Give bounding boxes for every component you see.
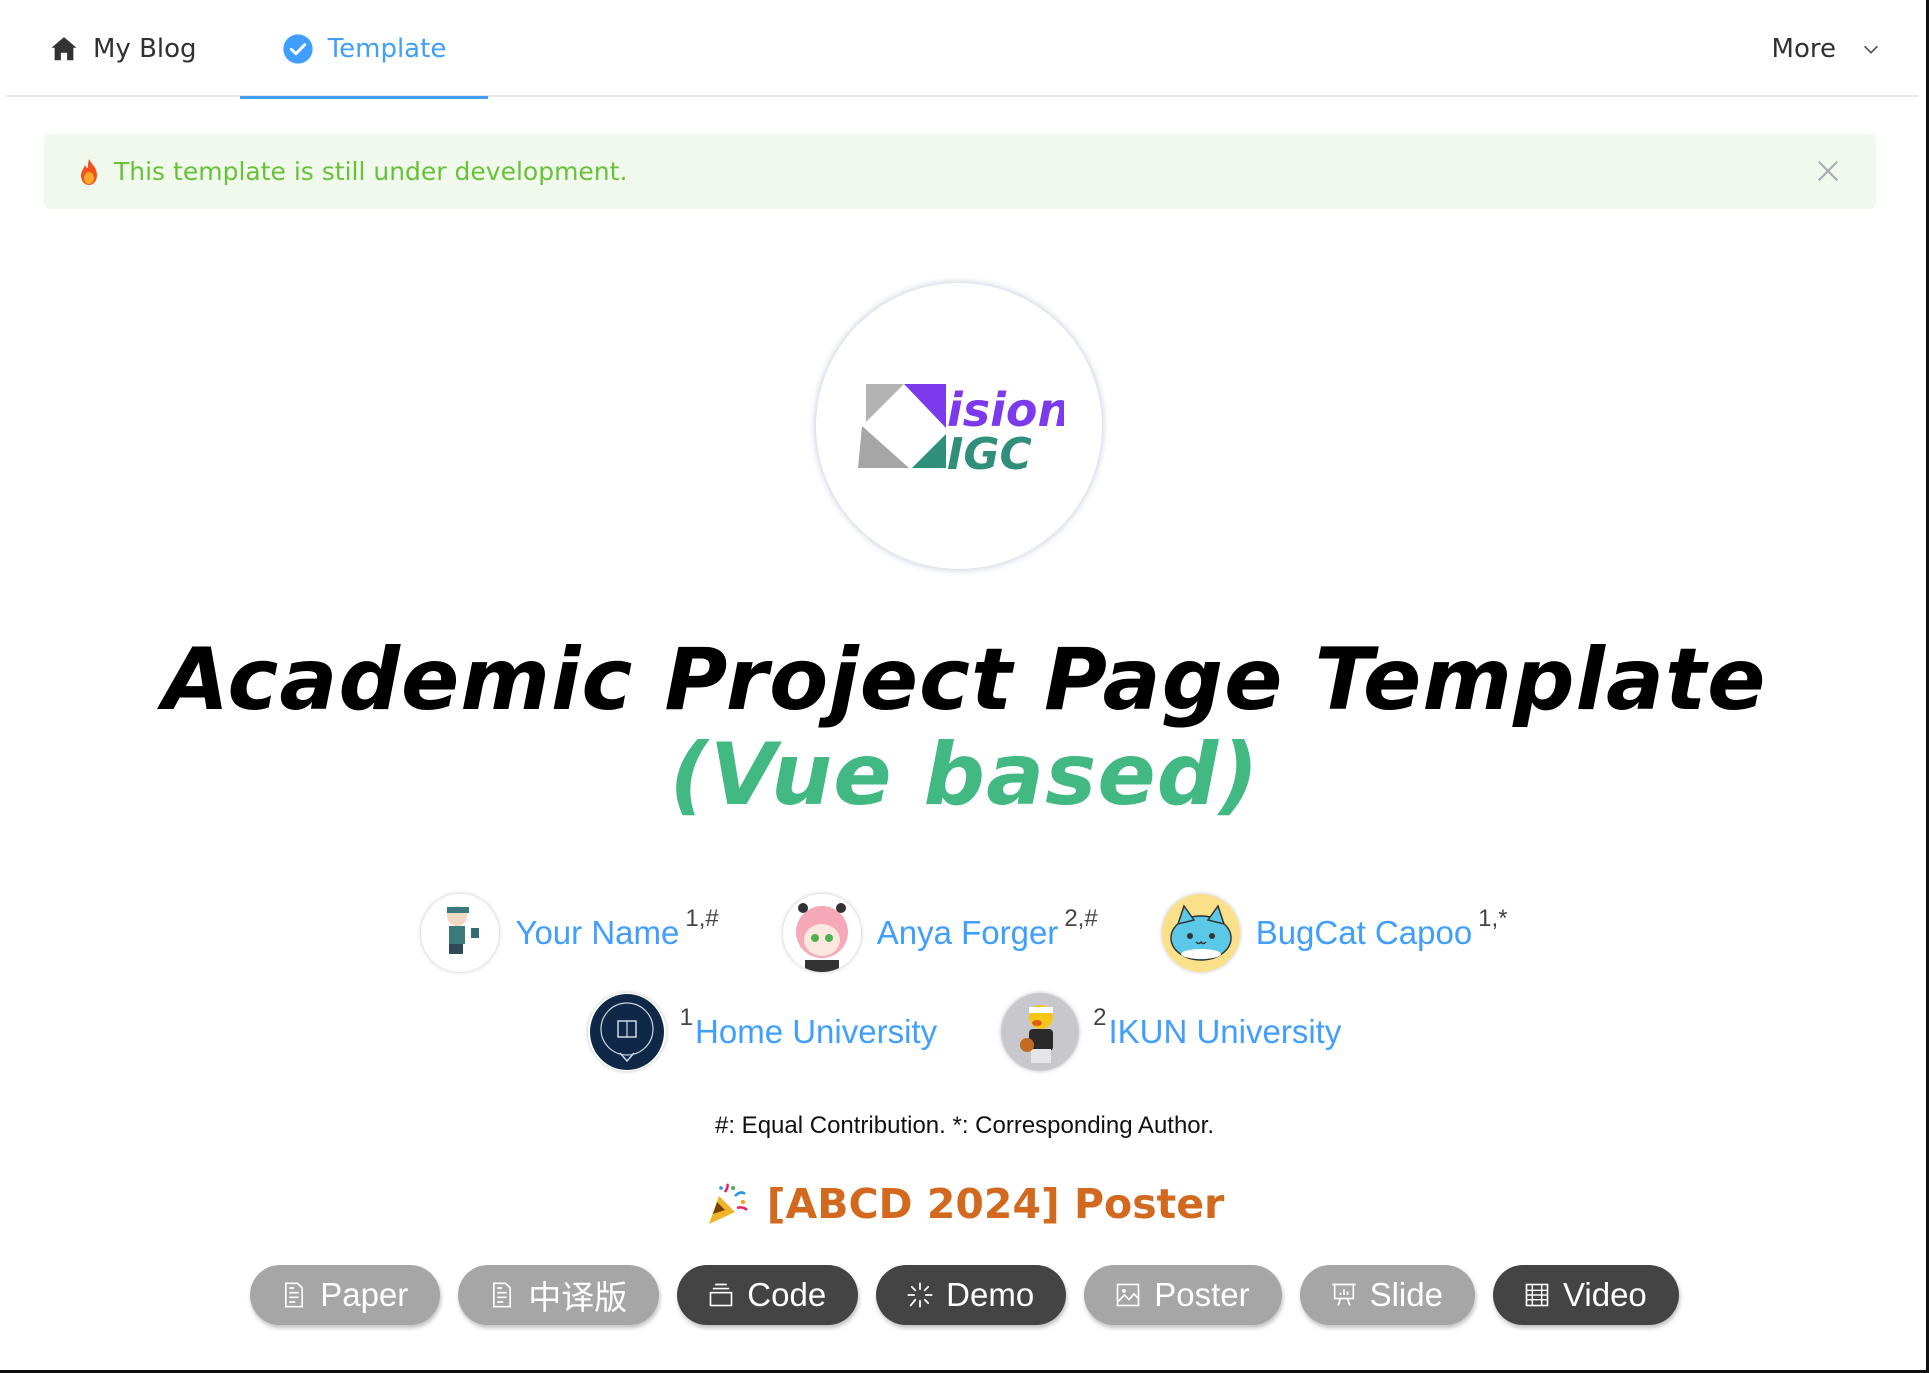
button-label: Poster	[1154, 1276, 1250, 1313]
alert-message: This template is still under development…	[114, 157, 628, 186]
university-logo	[1001, 993, 1080, 1071]
chevron-down-icon	[1863, 45, 1879, 54]
document-icon	[285, 1282, 304, 1308]
avatar	[782, 894, 861, 972]
home-icon	[51, 36, 77, 60]
author-affil-sup: 1,#	[685, 905, 719, 932]
paper-button[interactable]: Paper	[250, 1265, 441, 1325]
author-affil-sup: 1,*	[1478, 905, 1508, 932]
venue-heading: [ABCD 2024] Poster	[0, 1180, 1929, 1228]
venue-text: [ABCD 2024] Poster	[766, 1180, 1225, 1228]
logo-text-bottom: IGC	[947, 429, 1032, 476]
picture-icon	[1116, 1283, 1140, 1307]
document-icon	[493, 1282, 512, 1308]
button-label: Code	[747, 1276, 827, 1313]
author-name: Anya Forger	[876, 914, 1059, 951]
party-popper-icon	[708, 1183, 748, 1224]
affiliation-name: Home University	[695, 1013, 938, 1050]
dev-alert: This template is still under development…	[44, 134, 1876, 209]
page-subtitle: (Vue based)	[669, 725, 1260, 825]
fire-icon	[81, 158, 97, 185]
more-label: More	[1771, 33, 1836, 64]
author-name: Your Name	[515, 914, 680, 951]
vision-aigc-logo: ision IGC	[858, 383, 1064, 476]
button-label: 中译版	[528, 1279, 628, 1316]
author-name: BugCat Capoo	[1255, 914, 1473, 951]
more-menu[interactable]: More	[1772, 0, 1882, 97]
check-circle-icon	[283, 33, 313, 64]
affiliation-item[interactable]: 1 Home University	[587, 993, 938, 1071]
button-label: Demo	[946, 1276, 1035, 1313]
author-item[interactable]: Your Name 1,#	[421, 894, 719, 972]
video-button[interactable]: Video	[1492, 1265, 1679, 1325]
button-label: Video	[1562, 1276, 1647, 1313]
page-title: Academic Project Page Template	[162, 630, 1767, 730]
affiliation-index: 2	[1093, 1004, 1107, 1031]
film-icon	[1525, 1283, 1549, 1307]
box-icon	[709, 1283, 733, 1307]
contribution-note: #: Equal Contribution. *: Corresponding …	[715, 1112, 1214, 1139]
slide-button[interactable]: Slide	[1299, 1265, 1475, 1325]
code-button[interactable]: Code	[677, 1265, 859, 1325]
affiliation-index: 1	[679, 1004, 694, 1031]
chinese-version-button[interactable]: 中译版	[458, 1265, 660, 1325]
close-icon[interactable]	[1814, 157, 1842, 185]
avatar	[1161, 894, 1240, 972]
tab-label: Template	[327, 33, 447, 64]
loading-sparkle-icon	[907, 1282, 933, 1308]
tab-my-blog[interactable]: My Blog	[49, 0, 197, 97]
button-label: Paper	[320, 1276, 409, 1313]
tab-label: My Blog	[93, 33, 197, 64]
affiliation-name: IKUN University	[1108, 1013, 1342, 1050]
top-nav: My Blog Template More	[6, 0, 1918, 99]
author-affil-sup: 2,#	[1064, 905, 1098, 932]
avatar	[421, 894, 500, 972]
demo-button[interactable]: Demo	[876, 1265, 1067, 1325]
university-logo	[587, 993, 666, 1071]
presentation-icon	[1331, 1283, 1356, 1306]
affiliation-list: 1 Home University 2 IKUN University	[0, 992, 1929, 1072]
author-item[interactable]: Anya Forger 2,#	[782, 894, 1098, 972]
resource-buttons: Paper 中译版 Code Demo Poster Slide Video	[0, 1265, 1929, 1325]
author-item[interactable]: BugCat Capoo 1,*	[1161, 894, 1508, 972]
author-list: Your Name 1,# Anya Forger 2,# BugCat Cap…	[0, 893, 1929, 973]
tab-template[interactable]: Template	[240, 0, 488, 99]
project-logo: ision IGC	[816, 283, 1102, 569]
affiliation-item[interactable]: 2 IKUN University	[1001, 993, 1341, 1071]
button-label: Slide	[1369, 1276, 1443, 1313]
poster-button[interactable]: Poster	[1084, 1265, 1282, 1325]
